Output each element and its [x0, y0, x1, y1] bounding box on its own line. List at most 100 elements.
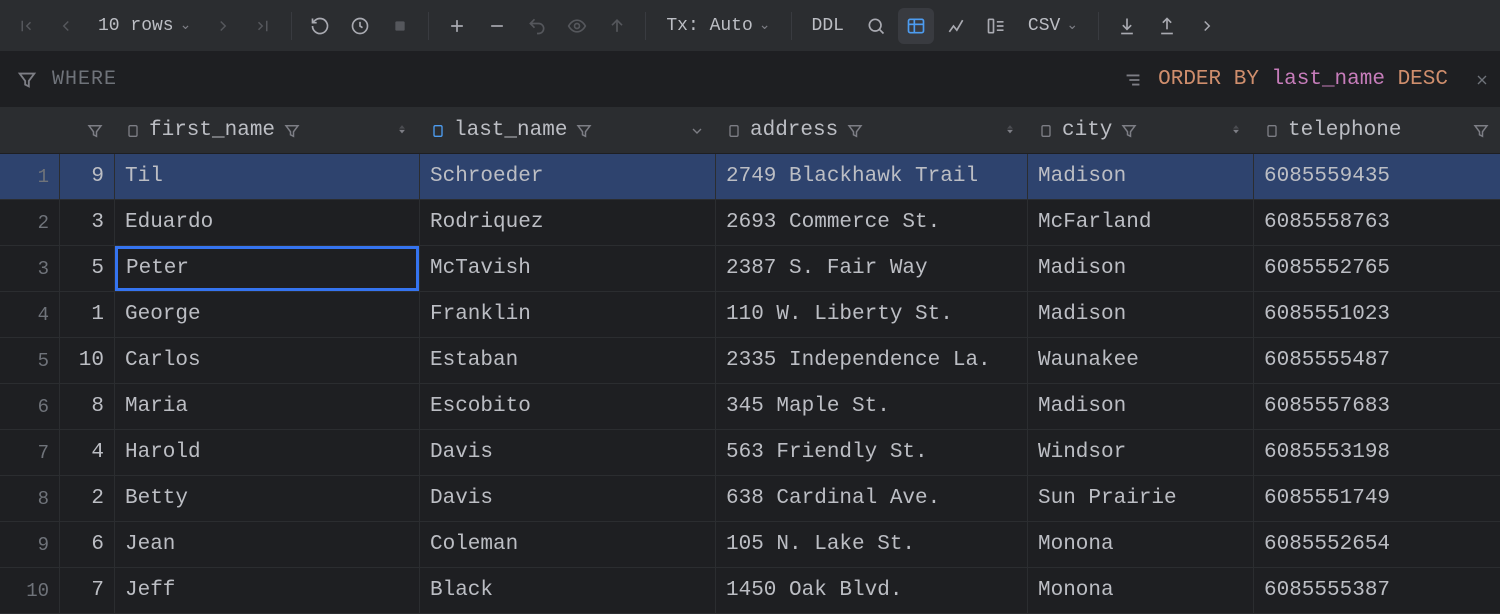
address-cell[interactable]: 2335 Independence La.: [716, 338, 1028, 383]
telephone-cell[interactable]: 6085551749: [1254, 476, 1500, 521]
telephone-cell[interactable]: 6085558763: [1254, 200, 1500, 245]
address-cell[interactable]: 345 Maple St.: [716, 384, 1028, 429]
telephone-cell[interactable]: 6085555487: [1254, 338, 1500, 383]
table-row[interactable]: 82BettyDavis638 Cardinal Ave.Sun Prairie…: [0, 476, 1500, 522]
table-row[interactable]: 68MariaEscobito345 Maple St.Madison60855…: [0, 384, 1500, 430]
city-cell[interactable]: Sun Prairie: [1028, 476, 1254, 521]
more-button[interactable]: [1189, 8, 1225, 44]
last-name-cell[interactable]: Estaban: [420, 338, 716, 383]
first-name-cell[interactable]: Jean: [115, 522, 420, 567]
id-cell[interactable]: 4: [60, 430, 115, 475]
last-name-cell[interactable]: McTavish: [420, 246, 716, 291]
first-name-cell[interactable]: George: [115, 292, 420, 337]
stop-button[interactable]: [382, 8, 418, 44]
first-name-cell[interactable]: Carlos: [115, 338, 420, 383]
table-row[interactable]: 41GeorgeFranklin110 W. Liberty St.Madiso…: [0, 292, 1500, 338]
city-cell[interactable]: McFarland: [1028, 200, 1254, 245]
filter-icon[interactable]: [846, 122, 864, 140]
delete-row-button[interactable]: [479, 8, 515, 44]
revert-button[interactable]: [519, 8, 555, 44]
last-name-cell[interactable]: Franklin: [420, 292, 716, 337]
header-address[interactable]: address: [716, 108, 1028, 153]
telephone-cell[interactable]: 6085557683: [1254, 384, 1500, 429]
rownum-cell[interactable]: 8: [0, 476, 60, 521]
id-cell[interactable]: 8: [60, 384, 115, 429]
id-cell[interactable]: 3: [60, 200, 115, 245]
first-name-cell[interactable]: Jeff: [115, 568, 420, 613]
rownum-cell[interactable]: 4: [0, 292, 60, 337]
address-cell[interactable]: 105 N. Lake St.: [716, 522, 1028, 567]
city-cell[interactable]: Windsor: [1028, 430, 1254, 475]
last-name-cell[interactable]: Coleman: [420, 522, 716, 567]
search-button[interactable]: [858, 8, 894, 44]
table-row[interactable]: 35McTavish2387 S. Fair WayMadison6085552…: [0, 246, 1500, 292]
rownum-cell[interactable]: 3: [0, 246, 60, 291]
first-page-button[interactable]: [8, 8, 44, 44]
city-cell[interactable]: Monona: [1028, 522, 1254, 567]
table-row[interactable]: 96JeanColeman105 N. Lake St.Monona608555…: [0, 522, 1500, 568]
filter-icon[interactable]: [1120, 122, 1138, 140]
first-name-cell[interactable]: Betty: [115, 476, 420, 521]
filter-icon[interactable]: [283, 122, 301, 140]
sort-indicator-icon[interactable]: [395, 124, 409, 138]
id-cell[interactable]: 7: [60, 568, 115, 613]
sort-indicator-icon[interactable]: [1003, 124, 1017, 138]
city-cell[interactable]: Madison: [1028, 292, 1254, 337]
last-name-cell[interactable]: Davis: [420, 476, 716, 521]
filter-icon[interactable]: [575, 122, 593, 140]
rownum-cell[interactable]: 6: [0, 384, 60, 429]
header-rownum[interactable]: [0, 108, 60, 153]
filter-icon[interactable]: [1472, 122, 1490, 140]
chart-view-button[interactable]: [938, 8, 974, 44]
header-first-name[interactable]: first_name: [115, 108, 420, 153]
id-cell[interactable]: 10: [60, 338, 115, 383]
last-page-button[interactable]: [245, 8, 281, 44]
table-row[interactable]: 19TilSchroeder2749 Blackhawk TrailMadiso…: [0, 154, 1500, 200]
first-name-cell[interactable]: Harold: [115, 430, 420, 475]
rownum-cell[interactable]: 7: [0, 430, 60, 475]
submit-button[interactable]: [599, 8, 635, 44]
last-name-cell[interactable]: Davis: [420, 430, 716, 475]
sort-desc-icon[interactable]: [689, 123, 705, 139]
address-cell[interactable]: 110 W. Liberty St.: [716, 292, 1028, 337]
address-cell[interactable]: 2749 Blackhawk Trail: [716, 154, 1028, 199]
close-filter-button[interactable]: [1464, 72, 1500, 88]
rownum-cell[interactable]: 9: [0, 522, 60, 567]
header-id[interactable]: [60, 108, 115, 153]
last-name-cell[interactable]: Rodriquez: [420, 200, 716, 245]
address-cell[interactable]: 1450 Oak Blvd.: [716, 568, 1028, 613]
prev-page-button[interactable]: [48, 8, 84, 44]
header-city[interactable]: city: [1028, 108, 1254, 153]
rownum-cell[interactable]: 5: [0, 338, 60, 383]
telephone-cell[interactable]: 6085559435: [1254, 154, 1500, 199]
first-name-cell[interactable]: Eduardo: [115, 200, 420, 245]
table-row[interactable]: 74HaroldDavis563 Friendly St.Windsor6085…: [0, 430, 1500, 476]
rownum-cell[interactable]: 10: [0, 568, 60, 613]
city-cell[interactable]: Madison: [1028, 246, 1254, 291]
download-button[interactable]: [1109, 8, 1145, 44]
ddl-button[interactable]: DDL: [802, 8, 854, 44]
reload-button[interactable]: [302, 8, 338, 44]
rows-dropdown[interactable]: 10 rows ⌄: [88, 8, 201, 44]
cell-editor[interactable]: [115, 246, 419, 291]
last-name-cell[interactable]: Black: [420, 568, 716, 613]
header-last-name[interactable]: last_name: [420, 108, 716, 153]
id-cell[interactable]: 5: [60, 246, 115, 291]
telephone-cell[interactable]: 6085555387: [1254, 568, 1500, 613]
address-cell[interactable]: 2387 S. Fair Way: [716, 246, 1028, 291]
city-cell[interactable]: Madison: [1028, 154, 1254, 199]
sort-indicator-icon[interactable]: [1229, 124, 1243, 138]
last-name-cell[interactable]: Escobito: [420, 384, 716, 429]
where-clause[interactable]: WHERE: [0, 68, 1106, 91]
rownum-cell[interactable]: 2: [0, 200, 60, 245]
id-cell[interactable]: 1: [60, 292, 115, 337]
rownum-cell[interactable]: 1: [0, 154, 60, 199]
address-cell[interactable]: 638 Cardinal Ave.: [716, 476, 1028, 521]
table-row[interactable]: 107JeffBlack1450 Oak Blvd.Monona60855553…: [0, 568, 1500, 614]
table-view-button[interactable]: [898, 8, 934, 44]
city-cell[interactable]: Monona: [1028, 568, 1254, 613]
telephone-cell[interactable]: 6085553198: [1254, 430, 1500, 475]
tx-dropdown[interactable]: Tx: Auto ⌄: [656, 8, 780, 44]
tree-view-button[interactable]: [978, 8, 1014, 44]
address-cell[interactable]: 563 Friendly St.: [716, 430, 1028, 475]
